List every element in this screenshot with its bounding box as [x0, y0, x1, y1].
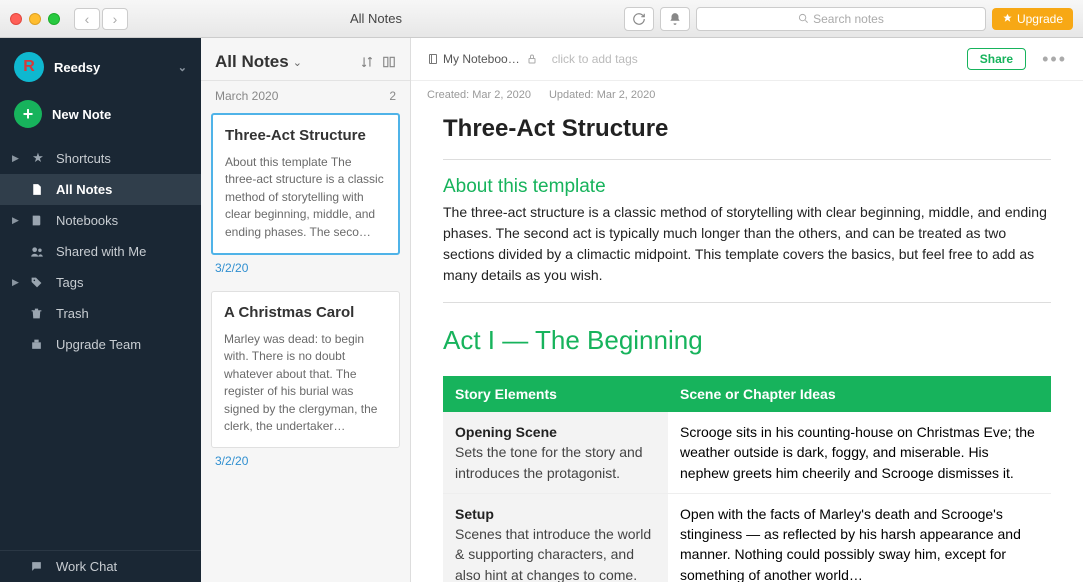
close-window[interactable] [10, 13, 22, 25]
notebook-icon [30, 214, 46, 227]
sidebar-item-notebooks[interactable]: ▶ Notebooks [0, 205, 201, 236]
tag-icon [30, 276, 46, 289]
team-icon [30, 338, 46, 351]
divider [443, 302, 1051, 303]
story-table: Story Elements Scene or Chapter Ideas Op… [443, 376, 1051, 582]
sidebar-item-shared[interactable]: Shared with Me [0, 236, 201, 267]
expand-icon: ▶ [12, 153, 20, 164]
account-switcher[interactable]: R Reedsy ⌄ [0, 38, 201, 92]
maximize-window[interactable] [48, 13, 60, 25]
month-count: 2 [389, 89, 396, 103]
add-tags-input[interactable]: click to add tags [552, 52, 638, 66]
sidebar-item-tags[interactable]: ▶ Tags [0, 267, 201, 298]
sidebar: R Reedsy ⌄ + New Note ▶ ★ Shortcuts All … [0, 38, 201, 582]
note-title[interactable]: Three-Act Structure [443, 109, 1051, 160]
note-icon [30, 183, 46, 196]
month-label: March 2020 [215, 89, 278, 103]
new-note-button[interactable]: + New Note [0, 92, 201, 142]
sidebar-item-all-notes[interactable]: All Notes [0, 174, 201, 205]
upgrade-icon [1002, 13, 1013, 24]
list-heading-dropdown[interactable]: All Notes ⌄ [215, 52, 302, 72]
sync-button[interactable] [624, 7, 654, 31]
note-card-preview: About this template The three-act struct… [225, 154, 386, 241]
created-meta: Created: Mar 2, 2020 [427, 89, 531, 101]
note-card-date: 3/2/20 [211, 255, 400, 285]
plus-icon: + [14, 100, 42, 128]
upgrade-button[interactable]: Upgrade [992, 8, 1073, 30]
chat-icon [30, 560, 46, 573]
lock-icon [526, 53, 538, 65]
chevron-down-icon: ⌄ [293, 56, 302, 69]
updated-meta: Updated: Mar 2, 2020 [549, 89, 655, 101]
share-button[interactable]: Share [967, 48, 1026, 70]
note-list-panel: All Notes ⌄ March 2020 2 Three-Act Struc… [201, 38, 411, 582]
trash-icon [30, 307, 46, 320]
avatar: R [14, 52, 44, 82]
note-card-date: 3/2/20 [211, 448, 400, 478]
account-name: Reedsy [54, 60, 100, 75]
table-header: Story Elements [443, 376, 668, 412]
expand-icon: ▶ [12, 215, 20, 226]
note-card[interactable]: Three-Act Structure About this template … [211, 113, 400, 255]
note-card-title: Three-Act Structure [225, 127, 386, 144]
sidebar-item-trash[interactable]: Trash [0, 298, 201, 329]
forward-button[interactable]: › [102, 8, 128, 30]
window-controls [10, 13, 60, 25]
table-row: Opening SceneSets the tone for the story… [443, 412, 1051, 493]
notebook-icon [427, 53, 439, 65]
chevron-down-icon: ⌄ [178, 61, 187, 74]
section-heading: About this template [443, 176, 1051, 198]
table-header: Scene or Chapter Ideas [668, 376, 1051, 412]
sidebar-item-upgrade-team[interactable]: Upgrade Team [0, 329, 201, 360]
view-toggle-button[interactable] [382, 55, 396, 69]
search-icon [798, 13, 809, 24]
note-card-title: A Christmas Carol [224, 304, 387, 321]
sort-button[interactable] [360, 55, 374, 69]
window-title: All Notes [136, 11, 616, 26]
expand-icon: ▶ [12, 277, 20, 288]
paragraph: The three-act structure is a classic met… [443, 202, 1051, 286]
minimize-window[interactable] [29, 13, 41, 25]
people-icon [30, 245, 46, 259]
more-options-button[interactable]: ••• [1042, 49, 1067, 70]
back-button[interactable]: ‹ [74, 8, 100, 30]
note-list-title: All Notes [215, 52, 289, 72]
search-placeholder: Search notes [813, 12, 884, 26]
editor-panel: My Noteboo… click to add tags Share ••• … [411, 38, 1083, 582]
note-card-preview: Marley was dead: to begin with. There is… [224, 331, 387, 435]
titlebar: ‹ › All Notes Search notes Upgrade [0, 0, 1083, 38]
search-input[interactable]: Search notes [696, 7, 986, 31]
bell-icon [668, 12, 682, 26]
note-card[interactable]: A Christmas Carol Marley was dead: to be… [211, 291, 400, 448]
work-chat-button[interactable]: Work Chat [0, 550, 201, 582]
notebook-breadcrumb[interactable]: My Noteboo… [427, 52, 520, 66]
note-content[interactable]: Three-Act Structure About this template … [411, 105, 1083, 582]
sidebar-item-shortcuts[interactable]: ▶ ★ Shortcuts [0, 142, 201, 174]
act-heading: Act I — The Beginning [443, 325, 1051, 356]
table-row: SetupScenes that introduce the world & s… [443, 493, 1051, 582]
notifications-button[interactable] [660, 7, 690, 31]
star-icon: ★ [30, 150, 46, 166]
